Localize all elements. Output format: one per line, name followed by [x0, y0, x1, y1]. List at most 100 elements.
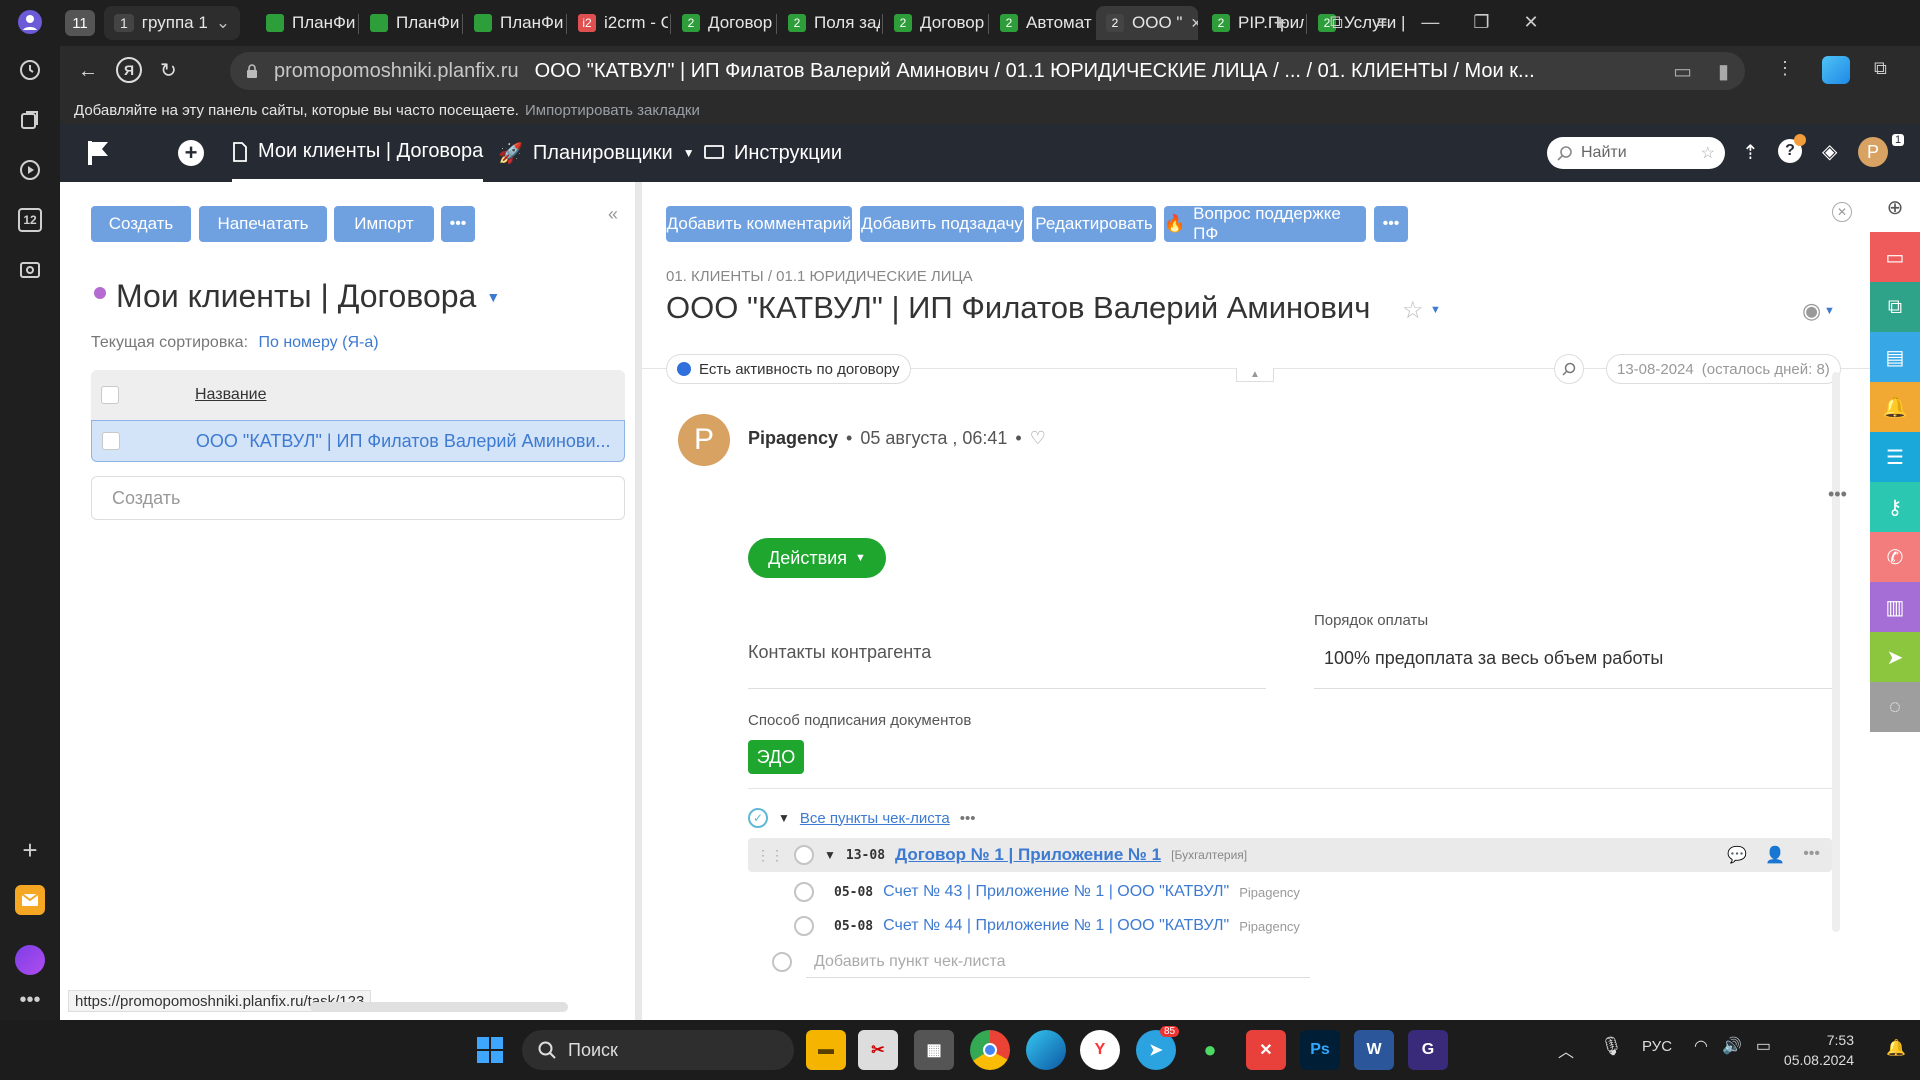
add-panel-icon[interactable]: + [10, 830, 50, 870]
select-all-checkbox[interactable] [101, 386, 119, 404]
rocket-launch-icon[interactable]: ⇡ [1742, 140, 1759, 165]
restore-icon[interactable]: ❐ [1473, 12, 1489, 33]
panel-splitter[interactable] [635, 182, 642, 1020]
more-actions-button[interactable]: ••• [1374, 206, 1408, 242]
browser-tab[interactable]: 2 Договор [672, 6, 774, 40]
microphone-icon[interactable]: 🎙 [1600, 1036, 1623, 1057]
assignee-icon[interactable]: 👤 [1765, 845, 1785, 865]
files-icon[interactable]: ▤ [1870, 332, 1920, 382]
more-icon[interactable]: ••• [10, 980, 50, 1020]
history-icon[interactable] [10, 50, 50, 90]
star-icon[interactable]: ☆ [1402, 296, 1424, 325]
browser-tab[interactable]: 2 Договор [884, 6, 986, 40]
search-in-task-icon[interactable] [1554, 354, 1584, 384]
vertical-scrollbar[interactable] [1832, 372, 1840, 932]
drag-handle-icon[interactable]: ⋮⋮ [756, 847, 784, 864]
layers-icon[interactable]: ◈ [1822, 139, 1837, 164]
video-icon[interactable] [10, 150, 50, 190]
expand-arrow-icon[interactable]: ▼ [824, 848, 836, 862]
tab-group-counter[interactable]: 11 [60, 6, 100, 40]
volume-icon[interactable]: 🔊 [1722, 1036, 1742, 1056]
more-actions-button[interactable]: ••• [441, 206, 475, 242]
horizontal-scrollbar[interactable] [310, 1002, 568, 1012]
translate-icon[interactable]: ⧉ [1874, 58, 1887, 79]
actions-button[interactable]: Действия ▼ [748, 538, 886, 578]
import-bookmarks-link[interactable]: Импортировать закладки [525, 102, 700, 119]
nav-current-view[interactable]: Мои клиенты | Договора [232, 124, 484, 182]
yandex-browser-icon[interactable]: Y [1080, 1030, 1120, 1070]
close-icon[interactable]: ✕ [1832, 202, 1852, 222]
column-name-header[interactable]: Название [195, 386, 267, 404]
snipping-tool-icon[interactable]: ✂ [858, 1030, 898, 1070]
nav-schedulers[interactable]: 🚀 Планировщики ▼ [498, 124, 695, 182]
browser-tab[interactable]: i2 i2crm - C [568, 6, 668, 40]
checklist-checkbox[interactable] [794, 916, 814, 936]
key-icon[interactable]: ⚷ [1870, 482, 1920, 532]
chrome-icon[interactable] [970, 1030, 1010, 1070]
avatar[interactable]: P [1858, 137, 1888, 167]
close-window-icon[interactable]: ✕ [1524, 12, 1539, 33]
browser-tab[interactable]: 2 Поля зад [778, 6, 880, 40]
edge-icon[interactable] [1026, 1030, 1066, 1070]
reload-icon[interactable]: ↻ [160, 58, 177, 83]
checklist-item-title[interactable]: Счет № 43 | Приложение № 1 | ООО "КАТВУЛ… [883, 883, 1229, 901]
list-item[interactable]: 05-08 Счет № 43 | Приложение № 1 | ООО "… [794, 876, 1300, 908]
loop-icon[interactable]: ◌ [1870, 682, 1920, 732]
new-tab-button[interactable]: + [1260, 6, 1300, 40]
profile-icon[interactable] [10, 2, 50, 42]
file-explorer-icon[interactable]: ▬ [806, 1030, 846, 1070]
browser-tab[interactable]: 2 ООО " ✕ [1096, 6, 1198, 40]
watch-icon[interactable]: ◉ [1802, 298, 1821, 324]
caret-down-icon[interactable]: ▼ [1824, 305, 1835, 317]
collections-icon[interactable] [10, 100, 50, 140]
phone-icon[interactable]: ✆ [1870, 532, 1920, 582]
caret-down-icon[interactable]: ▼ [1430, 304, 1441, 316]
deadline-badge[interactable]: 13-08-2024 (осталось дней: 8) [1606, 354, 1841, 384]
collapse-header-icon[interactable]: ▲ [1236, 368, 1274, 382]
add-checklist-row[interactable]: Добавить пункт чек-листа [772, 946, 1310, 978]
checklist-item-title[interactable]: Договор № 1 | Приложение № 1 [895, 845, 1161, 865]
notifications-icon[interactable]: 🔔 [1886, 1038, 1906, 1058]
tabs-overview-icon[interactable]: ⧉ [1330, 12, 1343, 33]
comment-icon[interactable]: 💬 [1727, 845, 1747, 865]
chat-icon[interactable]: ▭ [1673, 59, 1692, 84]
alice-icon[interactable] [10, 940, 50, 980]
add-checklist-input[interactable]: Добавить пункт чек-листа [806, 947, 1310, 978]
checklist-checkbox[interactable] [794, 882, 814, 902]
taskbar-search[interactable]: Поиск [522, 1030, 794, 1070]
xmind-icon[interactable]: ✕ [1246, 1030, 1286, 1070]
table-row[interactable]: ООО "КАТВУЛ" | ИП Филатов Валерий Аминов… [91, 420, 625, 462]
checklist-checkbox[interactable] [794, 845, 814, 865]
search-input[interactable]: Найти ☆ [1547, 137, 1725, 169]
url-field[interactable]: promopomoshniki.planfix.ru ООО "КАТВУЛ" … [230, 52, 1745, 90]
windows-start-icon[interactable] [470, 1030, 510, 1070]
minimize-icon[interactable]: — [1421, 12, 1439, 33]
edit-button[interactable]: Редактировать [1032, 206, 1156, 242]
expand-arrow-icon[interactable]: ▼ [778, 811, 790, 825]
screenshot-icon[interactable] [10, 250, 50, 290]
row-checkbox[interactable] [102, 432, 120, 450]
signing-value-badge[interactable]: ЭДО [748, 740, 804, 774]
post-menu-icon[interactable]: ••• [1828, 484, 1847, 505]
row-title[interactable]: ООО "КАТВУЛ" | ИП Филатов Валерий Аминов… [196, 431, 624, 452]
item-menu-icon[interactable]: ••• [1803, 845, 1820, 865]
heart-icon[interactable]: ♡ [1030, 428, 1046, 449]
quick-create-input[interactable]: Создать [91, 476, 625, 520]
list-item[interactable]: 05-08 Счет № 44 | Приложение № 1 | ООО "… [794, 910, 1300, 942]
kebab-menu-icon[interactable]: ⋮ [1776, 58, 1794, 79]
author-name[interactable]: Pipagency [748, 428, 838, 449]
clipboard-icon[interactable]: ☰ [1870, 432, 1920, 482]
list-item[interactable]: ⋮⋮ ▼ 13-08 Договор № 1 | Приложение № 1 … [748, 838, 1832, 872]
star-icon[interactable]: ☆ [1701, 143, 1715, 163]
print-button[interactable]: Напечатать [199, 206, 327, 242]
calendar-icon[interactable]: 12 [10, 200, 50, 240]
app-icon[interactable]: G [1408, 1030, 1448, 1070]
word-icon[interactable]: W [1354, 1030, 1394, 1070]
yandex-icon[interactable]: Я [116, 57, 142, 83]
browser-tab[interactable]: ПланФи [256, 6, 356, 40]
collapse-panel-icon[interactable]: « [608, 204, 618, 225]
breadcrumb[interactable]: 01. КЛИЕНТЫ / 01.1 ЮРИДИЧЕСКИЕ ЛИЦА [666, 268, 973, 285]
tab-group[interactable]: 1 группа 1 ⌄ [104, 6, 240, 40]
analytics-icon[interactable]: ▥ [1870, 582, 1920, 632]
activity-badge[interactable]: Есть активность по договору [666, 354, 911, 384]
